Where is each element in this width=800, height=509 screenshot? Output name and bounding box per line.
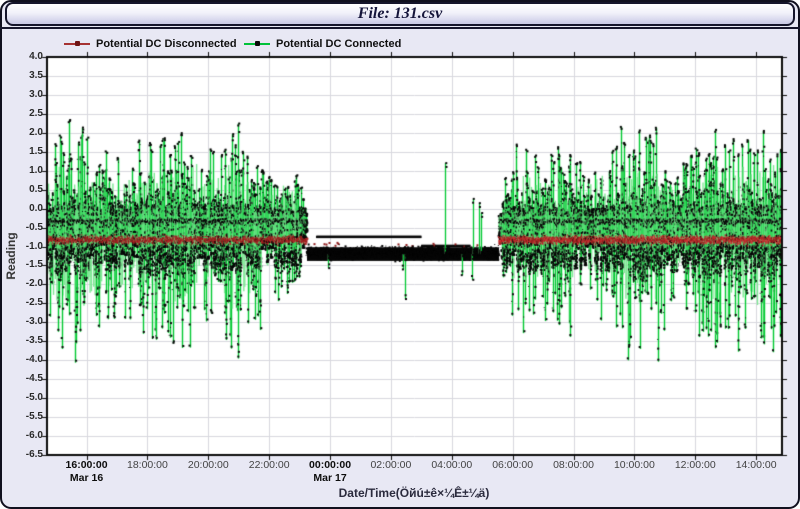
legend-item-connected: Potential DC Connected — [244, 37, 401, 51]
page-title: File: 131.csv — [358, 6, 442, 23]
legend-label-disconnected: Potential DC Disconnected — [96, 38, 237, 50]
title-box: File: 131.csv — [5, 2, 795, 26]
legend-label-connected: Potential DC Connected — [276, 38, 401, 50]
green-line-marker-icon — [244, 39, 270, 49]
legend-item-disconnected: Potential DC Disconnected — [64, 37, 237, 51]
red-line-marker-icon — [64, 39, 90, 49]
chart-plot-canvas — [0, 30, 800, 509]
x-axis-title: Date/Time(Öйú±ê×¼Ê±¼ä) — [264, 486, 564, 500]
y-axis-title: Reading — [4, 232, 18, 279]
title-bar: File: 131.csv — [0, 0, 800, 29]
legend: Potential DC Disconnected Potential DC C… — [0, 37, 800, 51]
